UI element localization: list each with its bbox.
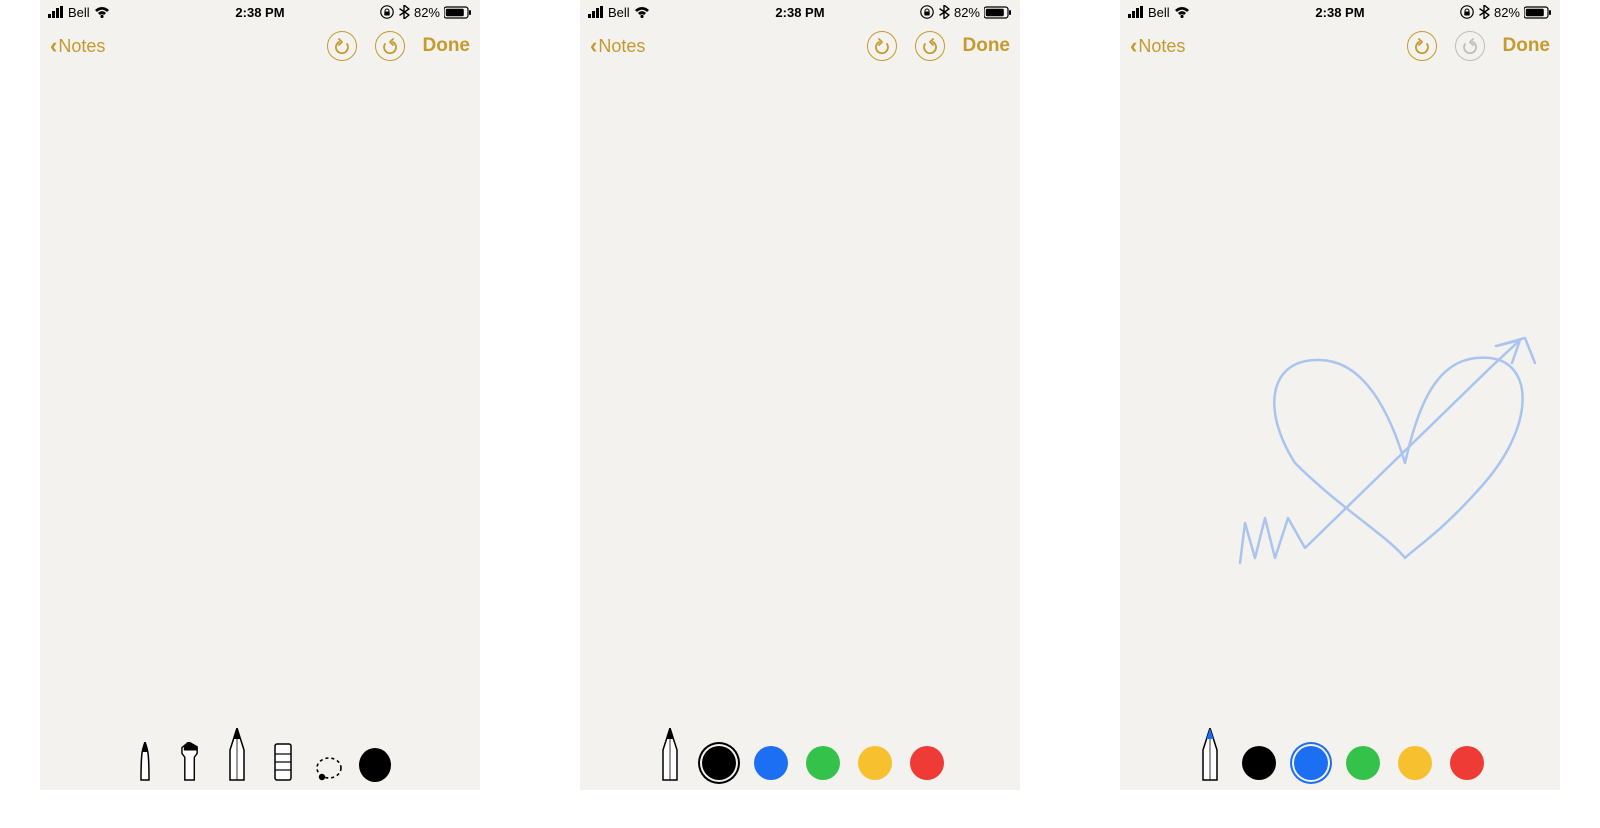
screen-2: Bell 2:38 PM 82% ‹ Notes Done xyxy=(580,0,1020,790)
color-yellow[interactable] xyxy=(856,744,894,782)
color-blue[interactable] xyxy=(1292,744,1330,782)
battery-percent: 82% xyxy=(414,5,440,20)
clock: 2:38 PM xyxy=(235,5,284,20)
done-button[interactable]: Done xyxy=(423,35,471,57)
back-button[interactable]: ‹ Notes xyxy=(50,33,105,59)
drawing-canvas[interactable] xyxy=(580,68,1020,790)
drawing-toolbar xyxy=(40,728,480,782)
back-label: Notes xyxy=(598,36,645,57)
carrier-label: Bell xyxy=(1148,5,1170,20)
pencil-tool[interactable] xyxy=(654,728,686,782)
bluetooth-icon xyxy=(398,5,410,19)
signal-icon xyxy=(48,6,64,18)
battery-icon xyxy=(444,6,472,19)
color-blue[interactable] xyxy=(752,744,790,782)
back-button[interactable]: ‹ Notes xyxy=(1130,33,1185,59)
status-bar: Bell 2:38 PM 82% xyxy=(40,0,480,24)
color-red[interactable] xyxy=(1448,744,1486,782)
wifi-icon xyxy=(1174,6,1190,18)
color-red[interactable] xyxy=(908,744,946,782)
redo-button[interactable] xyxy=(915,31,945,61)
color-green[interactable] xyxy=(1344,744,1382,782)
lasso-tool[interactable] xyxy=(313,756,345,782)
signal-icon xyxy=(588,6,604,18)
nav-bar: ‹ Notes Done xyxy=(40,24,480,68)
undo-button[interactable] xyxy=(867,31,897,61)
pen-tool[interactable] xyxy=(129,742,161,782)
rotation-lock-icon xyxy=(1460,5,1474,19)
battery-percent: 82% xyxy=(1494,5,1520,20)
eraser-tool[interactable] xyxy=(267,742,299,782)
battery-percent: 82% xyxy=(954,5,980,20)
done-button[interactable]: Done xyxy=(963,35,1011,57)
back-label: Notes xyxy=(1138,36,1185,57)
color-swatch[interactable] xyxy=(359,748,391,782)
undo-button[interactable] xyxy=(1407,31,1437,61)
back-button[interactable]: ‹ Notes xyxy=(590,33,645,59)
screen-1: Bell 2:38 PM 82% ‹ Notes Done xyxy=(40,0,480,790)
chevron-left-icon: ‹ xyxy=(1130,33,1137,59)
chevron-left-icon: ‹ xyxy=(50,33,57,59)
nav-bar: ‹ Notes Done xyxy=(580,24,1020,68)
battery-icon xyxy=(984,6,1012,19)
redo-button[interactable] xyxy=(1455,31,1485,61)
redo-button[interactable] xyxy=(375,31,405,61)
drawing-canvas[interactable] xyxy=(1120,68,1560,790)
pencil-tool[interactable] xyxy=(1194,728,1226,782)
undo-button[interactable] xyxy=(327,31,357,61)
back-label: Notes xyxy=(58,36,105,57)
screen-3: Bell 2:38 PM 82% ‹ Notes Done xyxy=(1120,0,1560,790)
status-bar: Bell 2:38 PM 82% xyxy=(580,0,1020,24)
carrier-label: Bell xyxy=(608,5,630,20)
done-button[interactable]: Done xyxy=(1503,35,1551,57)
color-toolbar xyxy=(1120,728,1560,782)
chevron-left-icon: ‹ xyxy=(590,33,597,59)
wifi-icon xyxy=(634,6,650,18)
color-green[interactable] xyxy=(804,744,842,782)
status-bar: Bell 2:38 PM 82% xyxy=(1120,0,1560,24)
bluetooth-icon xyxy=(938,5,950,19)
sketch-drawing xyxy=(1120,68,1560,788)
nav-bar: ‹ Notes Done xyxy=(1120,24,1560,68)
rotation-lock-icon xyxy=(380,5,394,19)
clock: 2:38 PM xyxy=(1315,5,1364,20)
color-yellow[interactable] xyxy=(1396,744,1434,782)
clock: 2:38 PM xyxy=(775,5,824,20)
color-black[interactable] xyxy=(1240,744,1278,782)
color-black[interactable] xyxy=(700,744,738,782)
battery-icon xyxy=(1524,6,1552,19)
signal-icon xyxy=(1128,6,1144,18)
wifi-icon xyxy=(94,6,110,18)
drawing-canvas[interactable] xyxy=(40,68,480,790)
marker-tool[interactable] xyxy=(175,742,207,782)
pencil-tool[interactable] xyxy=(221,728,253,782)
bluetooth-icon xyxy=(1478,5,1490,19)
color-toolbar xyxy=(580,728,1020,782)
rotation-lock-icon xyxy=(920,5,934,19)
carrier-label: Bell xyxy=(68,5,90,20)
